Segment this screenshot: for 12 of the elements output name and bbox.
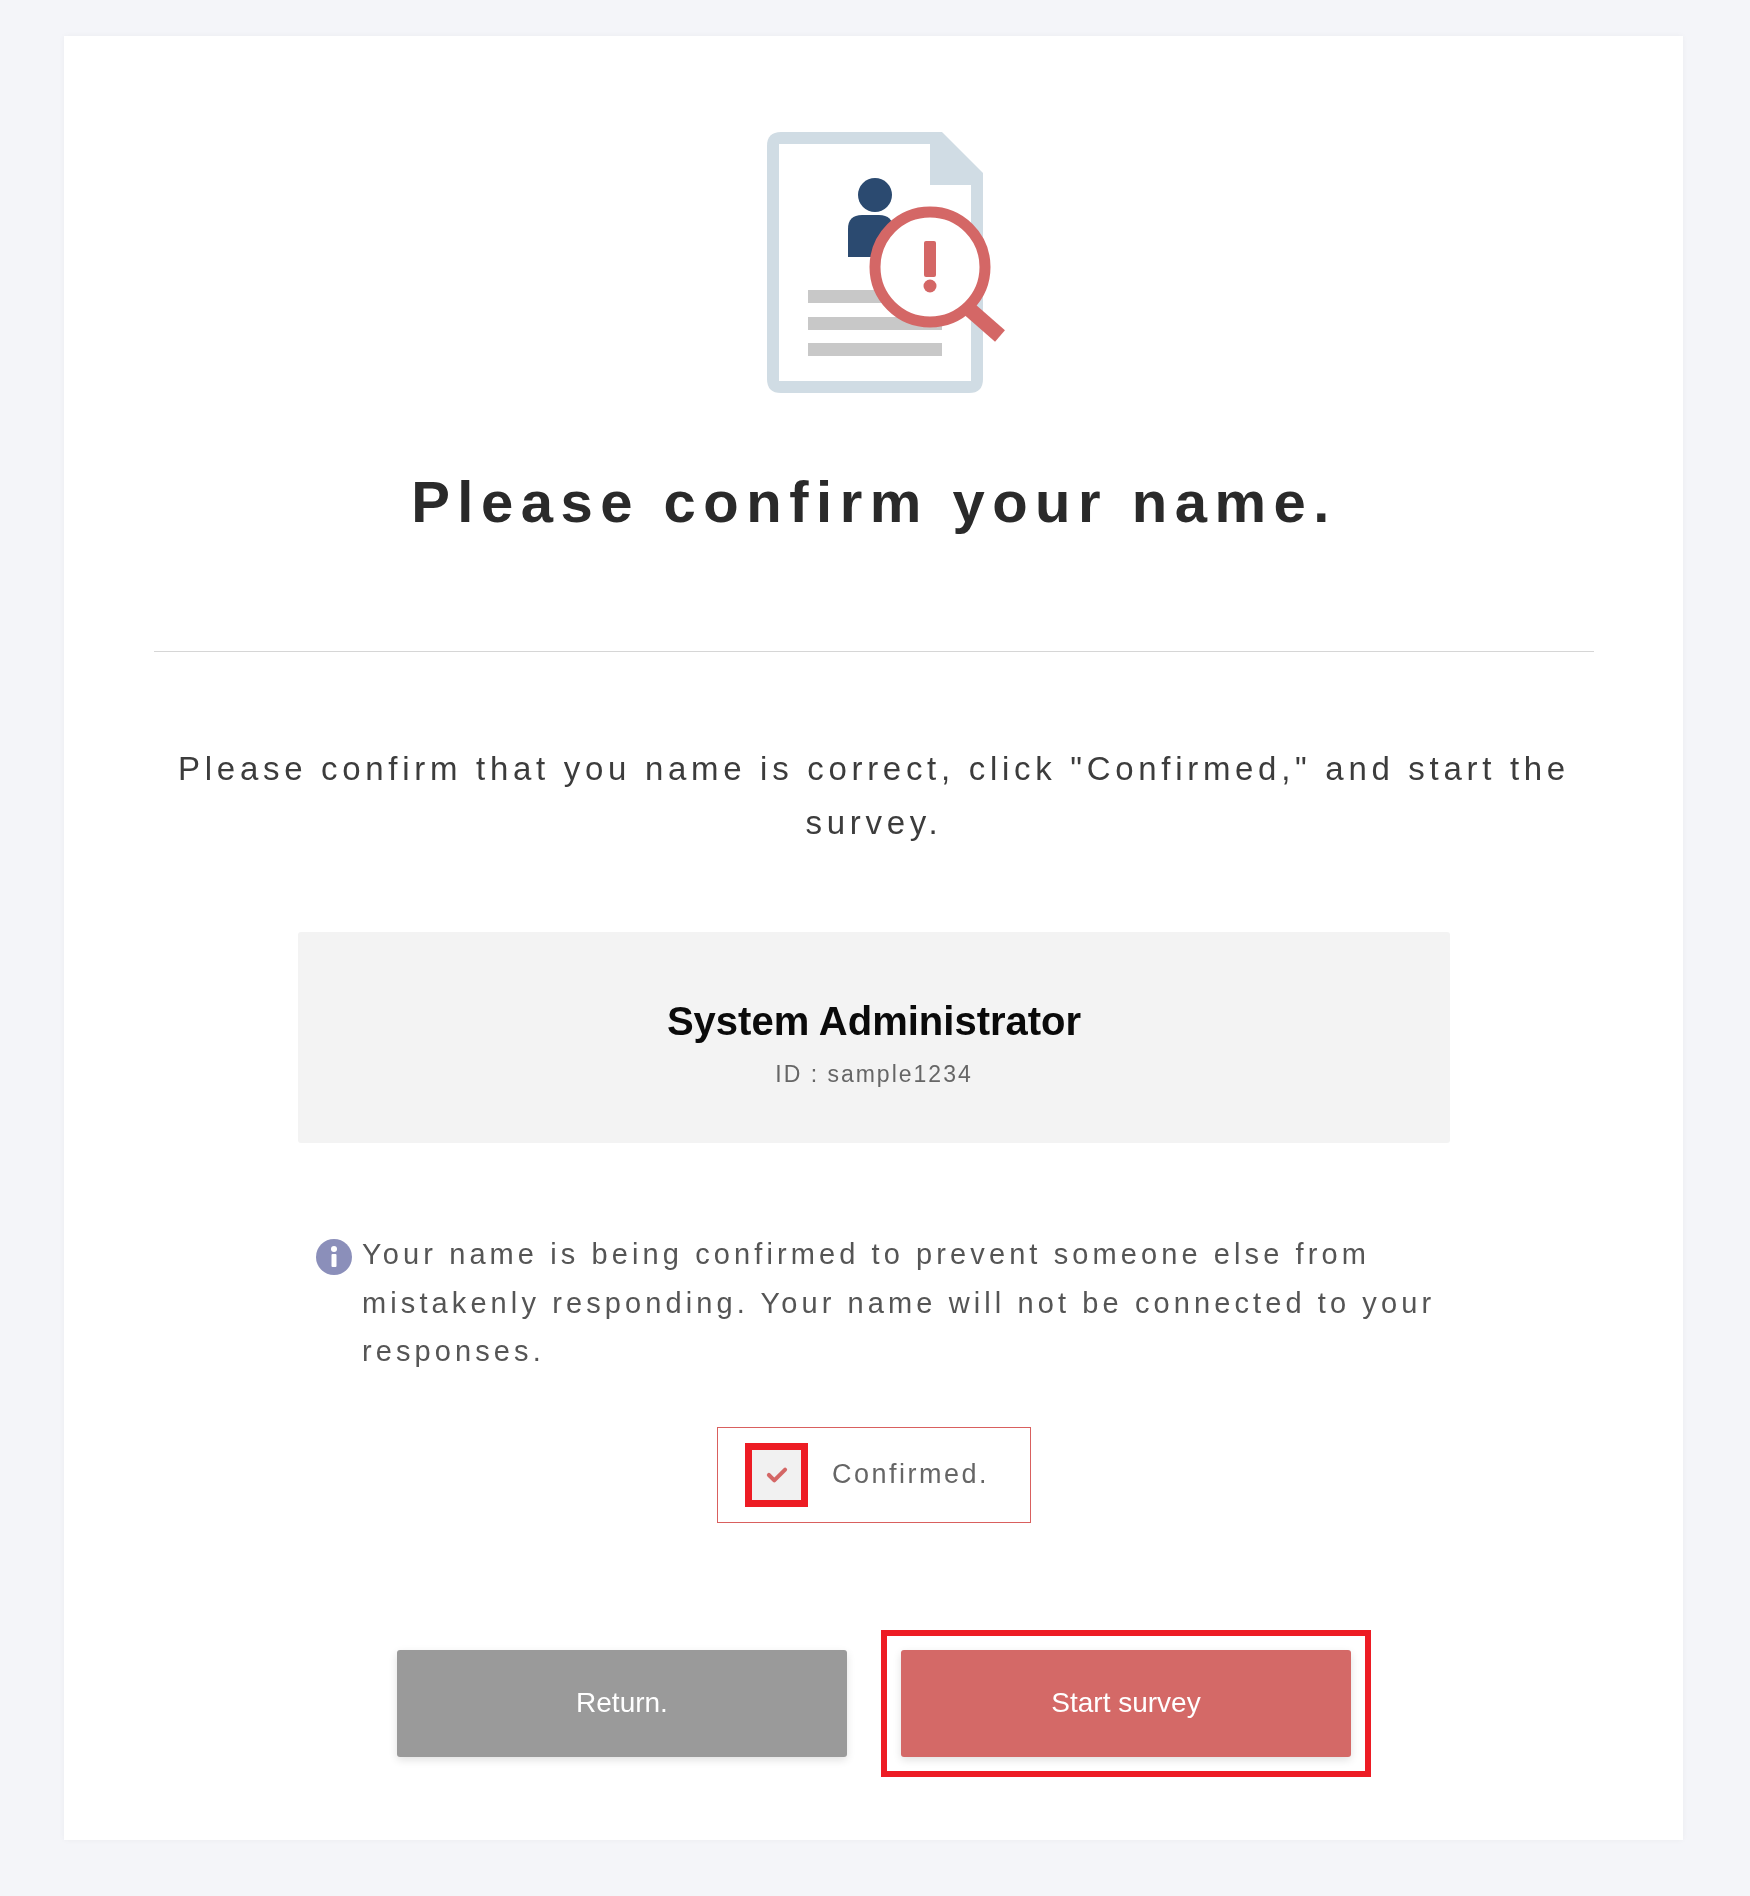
return-button[interactable]: Return. <box>397 1649 847 1757</box>
instruction-text: Please confirm that you name is correct, click "Confirmed," and start the survey. <box>177 749 1571 843</box>
start-survey-button[interactable]: Start survey <box>901 1649 1351 1757</box>
checkbox[interactable] <box>752 1449 801 1500</box>
document-magnifier-icon <box>766 131 1006 396</box>
confirm-checkbox-option[interactable]: Confirmed. <box>717 1426 1031 1523</box>
page-title: Please confirm your name. <box>410 468 1338 536</box>
check-icon <box>765 1465 788 1484</box>
info-icon <box>316 1239 352 1275</box>
user-name: System Administrator <box>666 998 1082 1045</box>
notice-text: Your name is being confirmed to prevent someone else from mistakenly responding. Your name will not be connected to your responses. <box>362 1237 1437 1369</box>
user-id: ID : sample1234 <box>775 1060 973 1089</box>
